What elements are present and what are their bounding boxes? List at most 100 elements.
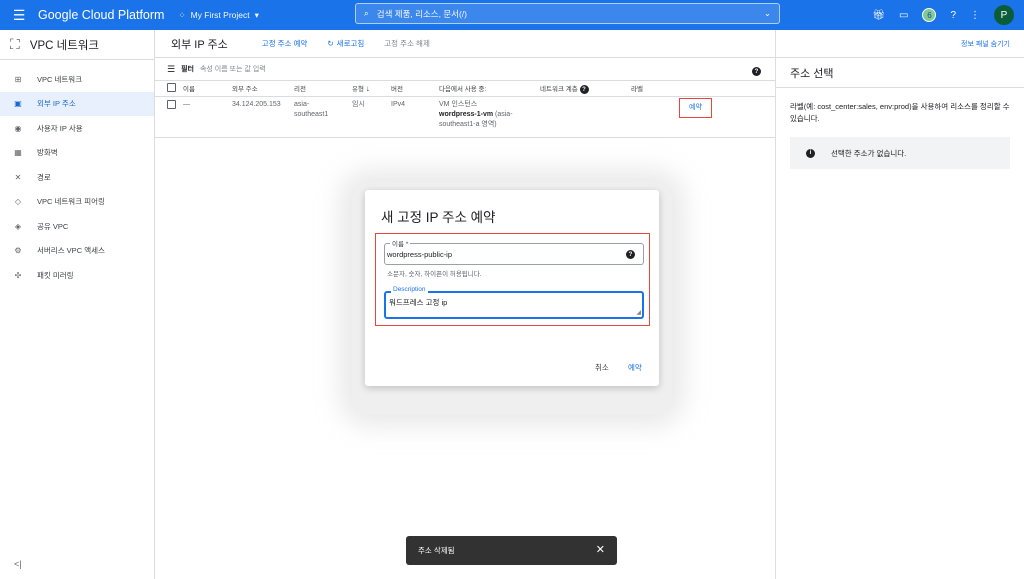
- sidebar-item-label: 사용자 IP 사용: [37, 123, 83, 133]
- filter-icon: ☰: [167, 63, 176, 74]
- sidebar-item-ip-usage[interactable]: ◉ 사용자 IP 사용: [0, 116, 154, 141]
- reserve-static-address-button[interactable]: 고정 주소 예약: [262, 38, 308, 49]
- column-header-version[interactable]: 버전: [391, 81, 439, 97]
- cell-labels: [631, 96, 679, 138]
- notification-badge[interactable]: 6: [922, 8, 937, 22]
- top-app-bar: ☰ Google Cloud Platform ⁘ My First Proje…: [0, 0, 1024, 30]
- column-header-region[interactable]: 리전: [294, 81, 352, 97]
- info-panel: 정보 패널 숨기기 주소 선택 라벨(예: cost_center:sales,…: [775, 30, 1024, 579]
- column-header-type-label: 유형: [352, 86, 364, 94]
- arrow-down-icon: ↓: [365, 84, 370, 94]
- help-icon[interactable]: ?: [579, 85, 589, 94]
- filter-input[interactable]: 속성 이름 또는 값 입력: [200, 64, 266, 74]
- info-message: i 선택한 주소가 없습니다.: [790, 137, 1010, 169]
- sidebar-item-label: VPC 네트워크 피어링: [37, 197, 105, 207]
- vpc-network-icon: ⛶: [10, 36, 20, 52]
- sidebar-header: ⛶ VPC 네트워크: [0, 30, 154, 60]
- column-header-labels[interactable]: 라벨: [631, 81, 679, 97]
- cell-in-use-by: VM 인스턴스 wordpress-1-vm (asia- southeast1…: [439, 96, 540, 138]
- sidebar-item-firewall[interactable]: ▦ 방화벽: [0, 141, 154, 166]
- resize-handle-icon[interactable]: ◢: [636, 309, 641, 316]
- peering-icon: ◇: [14, 197, 22, 207]
- search-icon: ⌕: [364, 8, 369, 18]
- sidebar-item-label: 경로: [37, 172, 51, 182]
- info-panel-title: 주소 선택: [776, 58, 1024, 88]
- sidebar-item-shared-vpc[interactable]: ◈ 공유 VPC: [0, 214, 154, 239]
- info-message-text: 선택한 주소가 없습니다.: [831, 148, 907, 158]
- reserve-ip-dialog: 새 고정 IP 주소 예약 이름 * wordpress-public-ip ?…: [365, 190, 659, 386]
- cell-version: IPv4: [391, 96, 439, 138]
- vm-zone: southeast1-a 영역): [439, 120, 497, 128]
- description-input[interactable]: 워드프레스 고정 ip: [389, 297, 447, 308]
- info-icon: i: [806, 148, 815, 158]
- sidebar-item-label: 방화벽: [37, 148, 58, 158]
- sidebar-item-packet-mirroring[interactable]: ✣ 패킷 미러링: [0, 263, 154, 288]
- release-static-address-button[interactable]: 고정 주소 해제: [384, 38, 430, 49]
- vm-zone: (asia-: [493, 110, 513, 118]
- cell-network-tier: [540, 96, 631, 138]
- sidebar-item-peering[interactable]: ◇ VPC 네트워크 피어링: [0, 190, 154, 215]
- chevron-down-icon[interactable]: ⌄: [764, 8, 771, 19]
- column-header-network-tier-label: 네트워크 계층: [540, 85, 578, 93]
- hide-info-panel-button[interactable]: 정보 패널 숨기기: [776, 30, 1024, 58]
- routes-icon: ✕: [14, 172, 22, 182]
- terminal-icon[interactable]: ▭: [899, 10, 908, 21]
- table-header-row: 이름 외부 주소 리전 유형 ↓ 버전 다음에서 사용 중: 네트워크 계층 ?…: [155, 81, 775, 97]
- refresh-label: 새로고침: [336, 39, 365, 48]
- help-icon[interactable]: ?: [752, 67, 761, 76]
- gift-icon[interactable]: 🎁︎: [872, 10, 885, 21]
- close-icon[interactable]: ✕: [596, 543, 605, 556]
- menu-icon[interactable]: ☰: [0, 0, 38, 30]
- ip-address-icon: ▣: [14, 99, 22, 109]
- shared-vpc-icon: ◈: [14, 221, 22, 231]
- vm-instance-link[interactable]: wordpress-1-vm: [439, 111, 493, 118]
- page-title: 외부 IP 주소: [171, 38, 228, 51]
- collapse-sidebar-icon[interactable]: <|: [14, 559, 22, 569]
- filter-bar[interactable]: ☰ 필터 속성 이름 또는 값 입력 ?: [155, 58, 775, 81]
- packet-mirroring-icon: ✣: [14, 270, 22, 280]
- more-vert-icon[interactable]: ⋮: [970, 10, 980, 21]
- cell-name: —: [183, 96, 232, 138]
- description-field[interactable]: Description 워드프레스 고정 ip ◢: [384, 286, 644, 319]
- sidebar-item-label: 공유 VPC: [37, 221, 69, 231]
- region-line: southeast1: [294, 110, 329, 118]
- cancel-button[interactable]: 취소: [595, 362, 609, 373]
- column-header-in-use-by[interactable]: 다음에서 사용 중:: [439, 81, 540, 97]
- ip-address-table: 이름 외부 주소 리전 유형 ↓ 버전 다음에서 사용 중: 네트워크 계층 ?…: [155, 81, 775, 138]
- project-selector[interactable]: ⁘ My First Project ▾: [178, 10, 258, 21]
- row-checkbox[interactable]: [167, 99, 176, 109]
- cell-region: asia- southeast1: [294, 96, 352, 138]
- sidebar-item-routes[interactable]: ✕ 경로: [0, 165, 154, 190]
- column-header-name[interactable]: 이름: [183, 81, 232, 97]
- refresh-button[interactable]: ↻ 새로고침: [327, 38, 364, 49]
- description-field-label: Description: [391, 286, 428, 293]
- network-icon: ⊞: [14, 74, 22, 84]
- name-field-label: 이름 *: [390, 238, 411, 248]
- column-header-network-tier[interactable]: 네트워크 계층 ?: [540, 81, 631, 97]
- project-name: My First Project: [190, 10, 250, 20]
- chevron-down-icon: ▾: [254, 9, 259, 20]
- brand-title[interactable]: Google Cloud Platform: [38, 8, 164, 22]
- select-all-checkbox[interactable]: [167, 82, 176, 92]
- ip-usage-icon: ◉: [14, 123, 22, 133]
- sidebar-item-serverless-access[interactable]: ⚙ 서버리스 VPC 액세스: [0, 239, 154, 264]
- column-header-type[interactable]: 유형 ↓: [352, 81, 391, 97]
- search-input[interactable]: 검색 제품, 리소스, 문서(/): [377, 8, 764, 20]
- sidebar-title: VPC 네트워크: [29, 39, 99, 52]
- sidebar-item-external-ip[interactable]: ▣ 외부 IP 주소: [0, 91, 154, 116]
- sidebar-item-label: 외부 IP 주소: [37, 99, 76, 109]
- name-field[interactable]: 이름 * wordpress-public-ip ?: [384, 238, 644, 265]
- filter-label: 필터: [181, 66, 194, 73]
- name-input[interactable]: wordpress-public-ip: [387, 250, 452, 259]
- sidebar-item-vpc-networks[interactable]: ⊞ VPC 네트워크: [0, 67, 154, 92]
- avatar[interactable]: P: [994, 5, 1014, 25]
- snackbar: 주소 삭제됨 ✕: [406, 536, 617, 565]
- search-bar[interactable]: ⌕ 검색 제품, 리소스, 문서(/) ⌄: [355, 3, 780, 24]
- help-icon[interactable]: ?: [626, 250, 635, 259]
- column-header-address[interactable]: 외부 주소: [232, 81, 294, 97]
- serverless-icon: ⚙: [14, 246, 22, 256]
- help-icon[interactable]: ?: [950, 10, 956, 21]
- reserve-button[interactable]: 예약: [679, 97, 712, 118]
- sidebar: ⛶ VPC 네트워크 ⊞ VPC 네트워크 ▣ 외부 IP 주소 ◉ 사용자 I…: [0, 30, 155, 579]
- reserve-submit-button[interactable]: 예약: [628, 362, 642, 373]
